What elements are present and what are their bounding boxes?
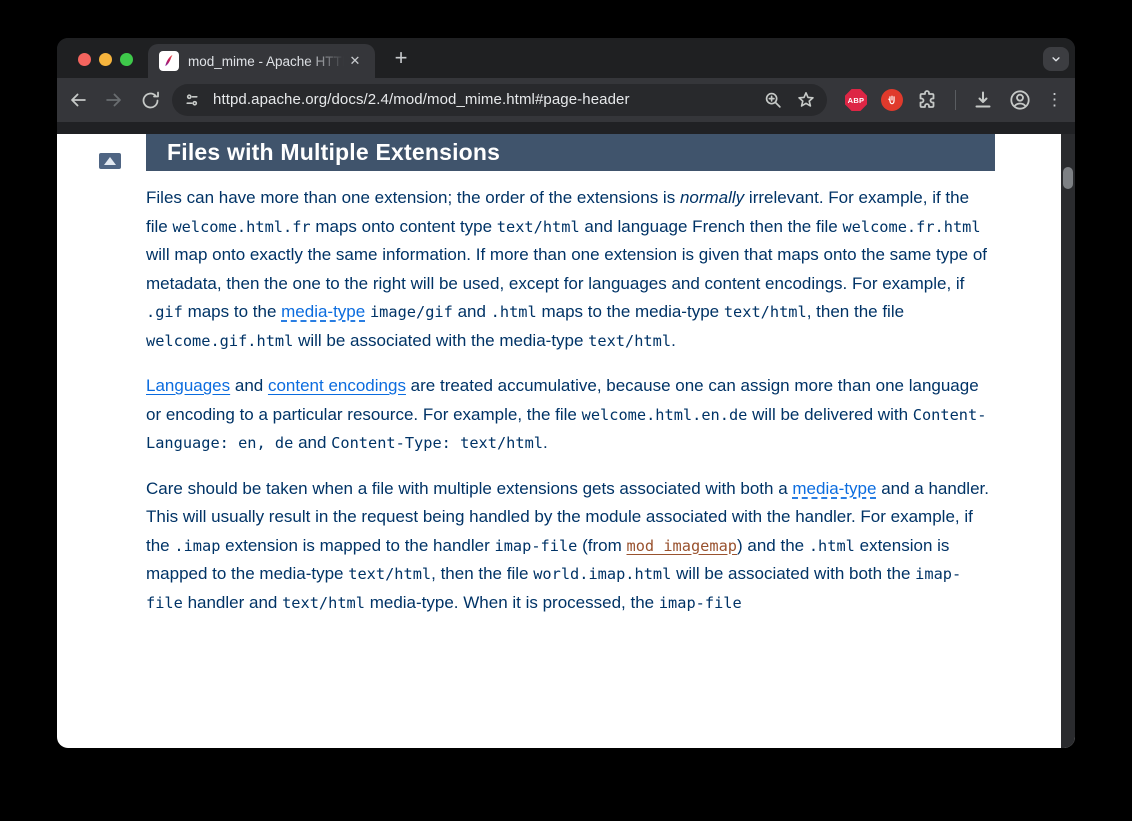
forward-button[interactable] bbox=[100, 86, 128, 114]
text-run: extension is mapped to the handler bbox=[220, 536, 494, 555]
scrollbar-track[interactable] bbox=[1061, 134, 1075, 748]
bookmark-star-icon[interactable] bbox=[795, 89, 817, 111]
text-run: and language French then the file bbox=[580, 217, 843, 236]
site-info-icon[interactable] bbox=[181, 89, 203, 111]
text-run: will map onto exactly the same informati… bbox=[146, 245, 987, 293]
text-run: ) and the bbox=[737, 536, 809, 555]
code-span: .imap bbox=[174, 537, 220, 555]
code-span: world.imap.html bbox=[533, 565, 671, 583]
code-span: imap-file bbox=[659, 594, 742, 612]
scroll-to-top-button[interactable] bbox=[99, 153, 121, 169]
url-bar[interactable]: httpd.apache.org/docs/2.4/mod/mod_mime.h… bbox=[172, 84, 827, 116]
toolbar-separator bbox=[955, 90, 956, 110]
text-run: handler and bbox=[183, 593, 282, 612]
text-run: and bbox=[453, 302, 491, 321]
profile-icon bbox=[1008, 88, 1032, 112]
desktop-background: mod_mime - Apache HTTP Se ✕ + bbox=[0, 0, 1132, 821]
code-span: Content-Type: text/html bbox=[331, 434, 543, 452]
text-run: Care should be taken when a file with mu… bbox=[146, 479, 792, 498]
code-span: .html bbox=[491, 303, 537, 321]
inline-link[interactable]: content encodings bbox=[268, 376, 406, 395]
text-run: , then the file bbox=[807, 302, 904, 321]
text-run: . bbox=[671, 331, 676, 350]
traffic-minimize-button[interactable] bbox=[99, 53, 112, 66]
up-triangle-icon bbox=[104, 157, 116, 165]
profile-button[interactable] bbox=[1008, 88, 1032, 112]
text-run: will be delivered with bbox=[747, 405, 912, 424]
forward-arrow-icon bbox=[103, 89, 125, 111]
text-run: maps onto content type bbox=[311, 217, 497, 236]
scrollbar-thumb[interactable] bbox=[1063, 167, 1073, 189]
inline-link[interactable]: Languages bbox=[146, 376, 230, 395]
text-run: and bbox=[293, 433, 331, 452]
tab-search-chevron-button[interactable] bbox=[1043, 47, 1069, 71]
page-content: Files with Multiple Extensions Files can… bbox=[57, 134, 1075, 748]
chevron-down-icon bbox=[1049, 52, 1063, 66]
traffic-close-button[interactable] bbox=[78, 53, 91, 66]
new-tab-button[interactable]: + bbox=[387, 45, 415, 73]
browser-tab[interactable]: mod_mime - Apache HTTP Se ✕ bbox=[148, 44, 375, 78]
module-link[interactable]: mod_imagemap bbox=[627, 537, 738, 555]
text-run: , then the file bbox=[431, 564, 533, 583]
code-span: text/html bbox=[348, 565, 431, 583]
url-text[interactable]: httpd.apache.org/docs/2.4/mod/mod_mime.h… bbox=[213, 91, 630, 108]
menu-kebab-button[interactable]: ⋮ bbox=[1046, 88, 1062, 112]
text-run: will be associated with both the bbox=[671, 564, 915, 583]
code-span: text/html bbox=[497, 218, 580, 236]
abp-extension-icon[interactable]: ABP bbox=[845, 89, 867, 111]
browser-toolbar: httpd.apache.org/docs/2.4/mod/mod_mime.h… bbox=[57, 78, 1075, 122]
text-run: maps to the bbox=[183, 302, 281, 321]
back-arrow-icon bbox=[67, 89, 89, 111]
text-run: maps to the media-type bbox=[537, 302, 724, 321]
code-span: welcome.html.en.de bbox=[582, 406, 748, 424]
doc-main: Files with Multiple Extensions Files can… bbox=[146, 134, 995, 617]
reload-icon bbox=[140, 90, 161, 111]
reload-button[interactable] bbox=[136, 86, 164, 114]
back-button[interactable] bbox=[64, 86, 92, 114]
code-span: text/html bbox=[588, 332, 671, 350]
traffic-zoom-button[interactable] bbox=[120, 53, 133, 66]
code-span: text/html bbox=[724, 303, 807, 321]
glossary-link[interactable]: media-type bbox=[281, 302, 365, 321]
close-tab-icon[interactable]: ✕ bbox=[346, 53, 364, 69]
text-run: will be associated with the media-type bbox=[293, 331, 588, 350]
apache-feather-favicon-icon bbox=[159, 51, 179, 71]
paragraph: Care should be taken when a file with mu… bbox=[146, 475, 995, 618]
text-run: . bbox=[543, 433, 548, 452]
text-run: and bbox=[230, 376, 268, 395]
extensions-puzzle-icon[interactable] bbox=[915, 88, 939, 112]
paragraph: Languages and content encodings are trea… bbox=[146, 372, 995, 458]
hand-icon bbox=[885, 93, 899, 107]
code-span: welcome.gif.html bbox=[146, 332, 293, 350]
emphasis-text: normally bbox=[680, 188, 744, 207]
tab-title: mod_mime - Apache HTTP Se bbox=[188, 54, 344, 69]
paragraph: Files can have more than one extension; … bbox=[146, 184, 995, 355]
download-icon bbox=[971, 88, 995, 112]
browser-window: mod_mime - Apache HTTP Se ✕ + bbox=[57, 38, 1075, 748]
zoom-icon[interactable] bbox=[762, 89, 784, 111]
text-run: Files can have more than one extension; … bbox=[146, 188, 680, 207]
code-span: welcome.fr.html bbox=[842, 218, 980, 236]
text-run: (from bbox=[577, 536, 626, 555]
code-span: image/gif bbox=[370, 303, 453, 321]
code-span: text/html bbox=[282, 594, 365, 612]
blocker-hand-extension-icon[interactable] bbox=[881, 89, 903, 111]
code-span: .html bbox=[809, 537, 855, 555]
code-span: welcome.html.fr bbox=[172, 218, 310, 236]
section-title: Files with Multiple Extensions bbox=[146, 134, 995, 171]
code-span: imap-file bbox=[495, 537, 578, 555]
glossary-link[interactable]: media-type bbox=[792, 479, 876, 498]
download-button[interactable] bbox=[971, 88, 995, 112]
tab-strip: mod_mime - Apache HTTP Se ✕ + bbox=[57, 38, 1075, 78]
code-span: .gif bbox=[146, 303, 183, 321]
text-run: media-type. When it is processed, the bbox=[365, 593, 659, 612]
